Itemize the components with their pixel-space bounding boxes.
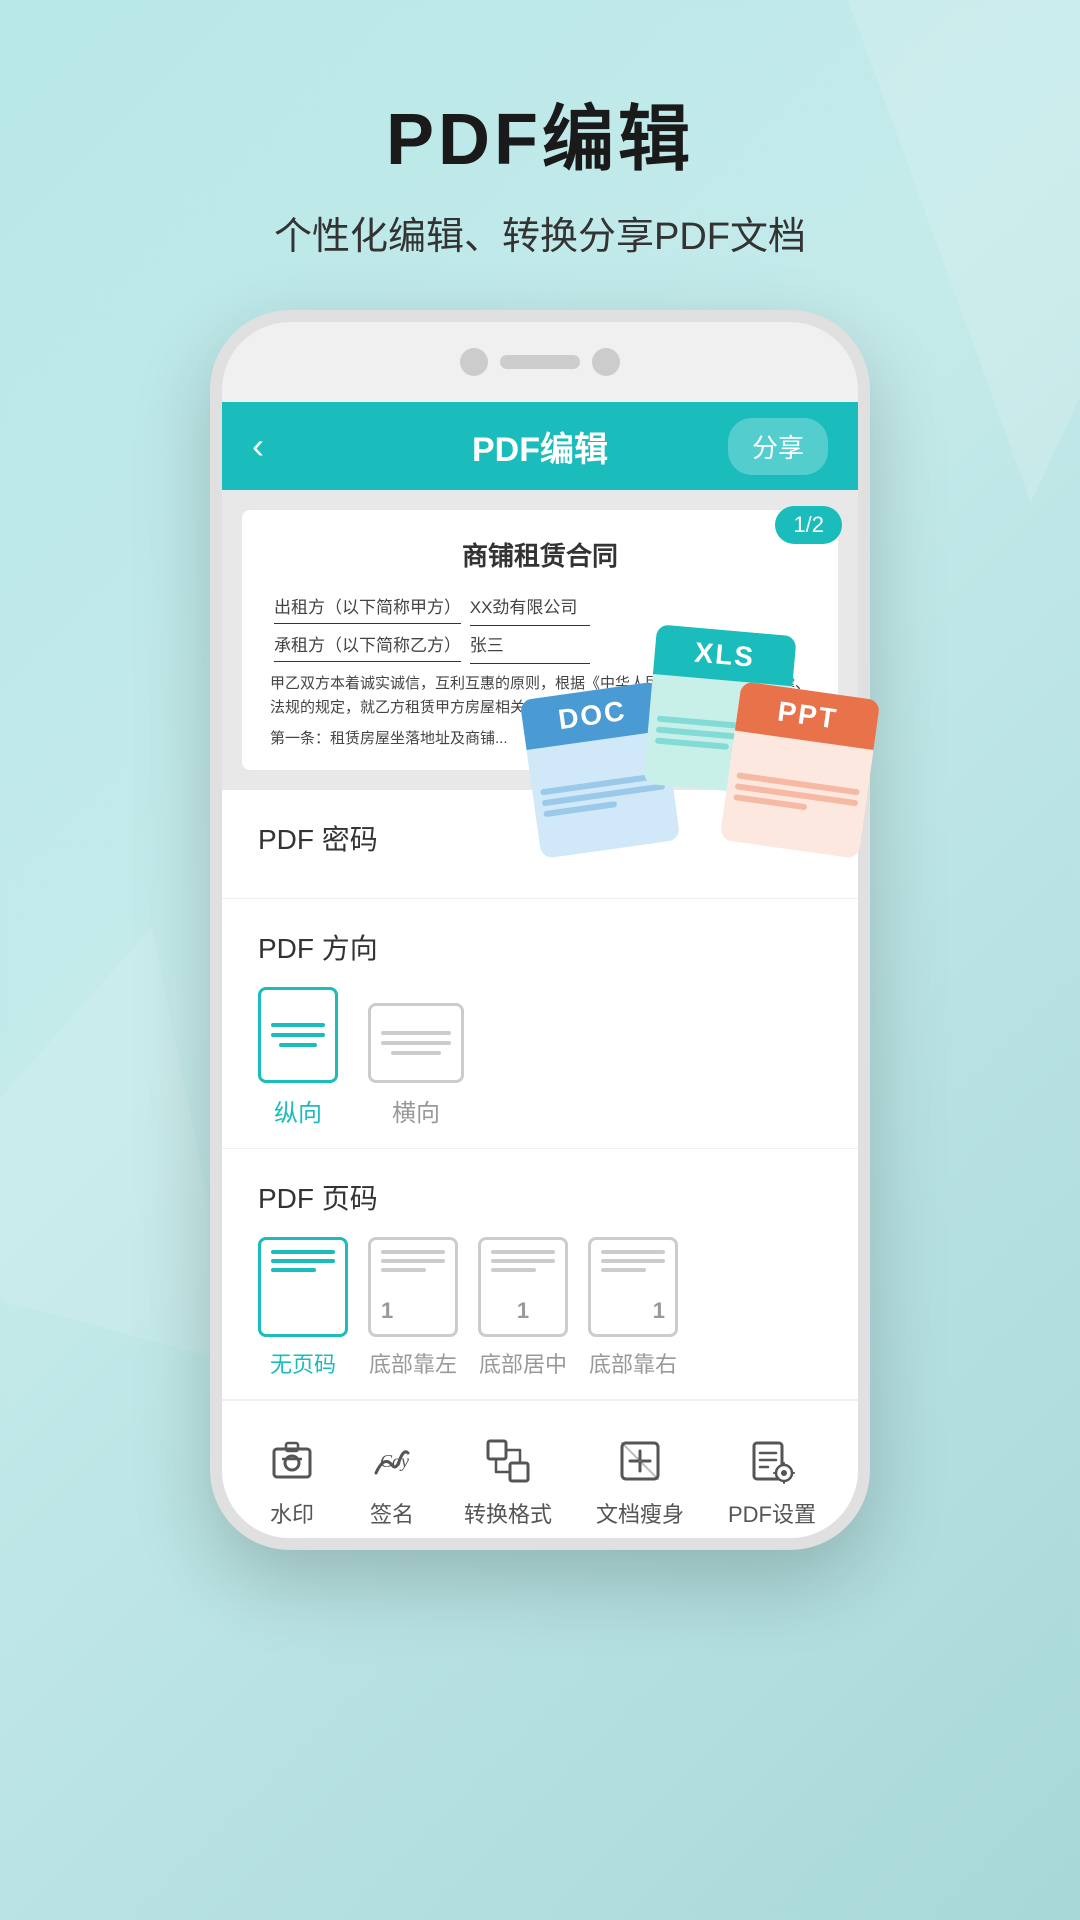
orientation-options: 纵向 横向 bbox=[258, 987, 822, 1128]
camera-right bbox=[592, 348, 620, 376]
app-bar: ‹ PDF编辑 分享 bbox=[222, 402, 858, 490]
toolbar-watermark[interactable]: 水印 bbox=[264, 1433, 320, 1529]
bottom-right-icon: 1 bbox=[588, 1237, 678, 1337]
doc-article: 第一条：租赁房屋坐落地址及商铺... bbox=[270, 726, 810, 752]
watermark-icon bbox=[264, 1433, 320, 1489]
doc-body: 甲乙双方本着诚实诚信，互利互惠的原则，根据《中华人民共和国合同法》法律、法规的规… bbox=[270, 672, 810, 720]
portrait-icon bbox=[258, 987, 338, 1083]
bottom-center-label: 底部居中 bbox=[479, 1347, 567, 1379]
pdf-password-label: PDF 密码 bbox=[258, 818, 822, 858]
page-title: PDF编辑 bbox=[386, 80, 694, 185]
pagenum-options: 无页码 1 bbox=[258, 1237, 822, 1379]
bottom-panel: PDF 密码 PDF 方向 纵向 bbox=[222, 790, 858, 1550]
signature-icon: Coy bbox=[364, 1433, 420, 1489]
page-subtitle: 个性化编辑、转换分享PDF文档 bbox=[274, 205, 806, 260]
document-content: 商铺租赁合同 出租方（以下简称甲方） XX劲有限公司 承租方（以下简称乙方） 张… bbox=[242, 510, 838, 770]
pdf-orientation-label: PDF 方向 bbox=[258, 927, 822, 967]
toolbar-convert[interactable]: 转换格式 bbox=[464, 1433, 552, 1529]
bottom-toolbar: 水印 Coy 签名 bbox=[222, 1400, 858, 1550]
phone-mockup: DOC XLS bbox=[200, 310, 880, 1570]
watermark-label: 水印 bbox=[270, 1497, 314, 1529]
convert-icon bbox=[480, 1433, 536, 1489]
doc-line-2: 承租方（以下简称乙方） 张三 bbox=[270, 632, 810, 664]
bottom-right-num: 1 bbox=[653, 1298, 665, 1324]
phone-frame: ‹ PDF编辑 分享 1/2 商铺租赁合同 出租方（以下简称甲方） XX劲有限公… bbox=[210, 310, 870, 1550]
toolbar-slim[interactable]: 文档瘦身 bbox=[596, 1433, 684, 1529]
signature-label: 签名 bbox=[370, 1497, 414, 1529]
pdf-pagenum-label: PDF 页码 bbox=[258, 1177, 822, 1217]
no-pagenum-option[interactable]: 无页码 bbox=[258, 1237, 348, 1379]
bottom-left-option[interactable]: 1 底部靠左 bbox=[368, 1237, 458, 1379]
pdf-pagenum-section: PDF 页码 无页码 bbox=[222, 1149, 858, 1400]
pdf-settings-icon bbox=[744, 1433, 800, 1489]
toolbar-signature[interactable]: Coy 签名 bbox=[364, 1433, 420, 1529]
phone-notch bbox=[222, 322, 858, 402]
page-badge: 1/2 bbox=[775, 506, 842, 544]
landscape-icon bbox=[368, 1003, 464, 1083]
no-pagenum-label: 无页码 bbox=[270, 1347, 336, 1379]
bottom-center-num: 1 bbox=[517, 1298, 529, 1324]
landscape-option[interactable]: 横向 bbox=[368, 1003, 464, 1128]
bottom-center-option[interactable]: 1 底部居中 bbox=[478, 1237, 568, 1379]
app-bar-title: PDF编辑 bbox=[472, 422, 608, 471]
toolbar-pdf-settings[interactable]: PDF设置 bbox=[728, 1433, 816, 1529]
pdf-settings-label: PDF设置 bbox=[728, 1497, 816, 1529]
portrait-label: 纵向 bbox=[274, 1093, 322, 1128]
speaker bbox=[500, 355, 580, 369]
slim-icon bbox=[612, 1433, 668, 1489]
bottom-left-label: 底部靠左 bbox=[369, 1347, 457, 1379]
pdf-orientation-section: PDF 方向 纵向 bbox=[222, 899, 858, 1149]
doc-line-1: 出租方（以下简称甲方） XX劲有限公司 bbox=[270, 594, 810, 626]
bottom-right-label: 底部靠右 bbox=[589, 1347, 677, 1379]
bottom-right-option[interactable]: 1 底部靠右 bbox=[588, 1237, 678, 1379]
svg-text:Coy: Coy bbox=[380, 1451, 409, 1471]
landscape-label: 横向 bbox=[392, 1093, 440, 1128]
pdf-password-section: PDF 密码 bbox=[222, 790, 858, 899]
camera-left bbox=[460, 348, 488, 376]
bottom-center-icon: 1 bbox=[478, 1237, 568, 1337]
bottom-left-num: 1 bbox=[381, 1298, 393, 1324]
portrait-option[interactable]: 纵向 bbox=[258, 987, 338, 1128]
doc-title: 商铺租赁合同 bbox=[270, 534, 810, 578]
convert-label: 转换格式 bbox=[464, 1497, 552, 1529]
share-button[interactable]: 分享 bbox=[728, 418, 828, 475]
no-pagenum-icon bbox=[258, 1237, 348, 1337]
slim-label: 文档瘦身 bbox=[596, 1497, 684, 1529]
bottom-left-icon: 1 bbox=[368, 1237, 458, 1337]
document-preview: 1/2 商铺租赁合同 出租方（以下简称甲方） XX劲有限公司 承租方（以下简称乙… bbox=[222, 490, 858, 790]
back-button[interactable]: ‹ bbox=[252, 425, 264, 467]
